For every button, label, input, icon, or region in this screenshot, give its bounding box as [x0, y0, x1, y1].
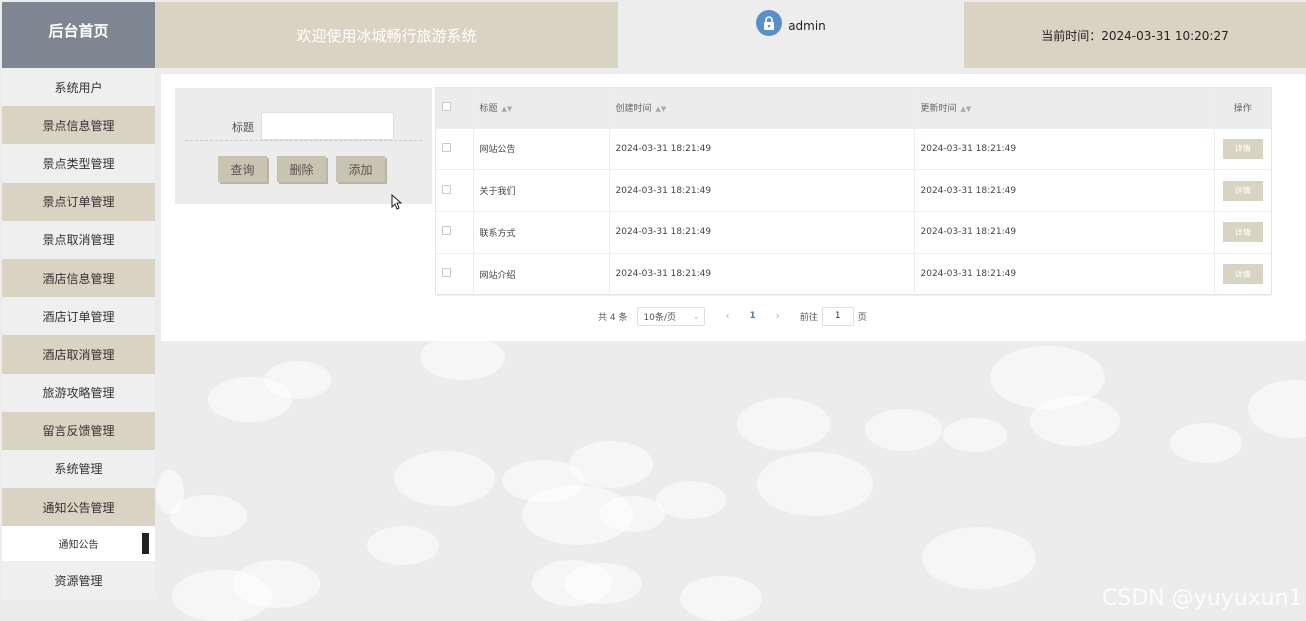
detail-button[interactable]: 详情: [1222, 222, 1263, 243]
watermark-text: CSDN @yuyuxun1: [1102, 586, 1303, 611]
active-indicator: [142, 533, 149, 555]
table-row: 关于我们 2024-03-31 18:21:49 2024-03-31 18:2…: [436, 169, 1271, 213]
page-number-current[interactable]: 1: [749, 311, 755, 321]
total-count: 共 4 条: [598, 312, 628, 323]
select-all-checkbox[interactable]: [442, 101, 451, 111]
sidebar-menu: 系统用户 景点信息管理 景点类型管理 景点订单管理 景点取消管理 酒店信息管理 …: [2, 68, 155, 621]
sidebar-item-hotel-cancel[interactable]: 酒店取消管理: [2, 335, 155, 374]
cell-updated: 2024-03-31 18:21:49: [914, 128, 1215, 171]
cell-created: 2024-03-31 18:21:49: [609, 211, 915, 254]
notice-table: 标题 ▲▼ 创建时间 ▲▼ 更新时间 ▲▼ 操作 网站公告 2024-03-31 18…: [435, 87, 1272, 296]
cell-updated: 2024-03-31 18:21:49: [914, 253, 1215, 296]
sidebar-item-scenic-cancel[interactable]: 景点取消管理: [2, 220, 155, 259]
sidebar-subitem-label: 通知公告: [58, 540, 99, 552]
column-updated[interactable]: 更新时间 ▲▼: [914, 88, 1215, 129]
sidebar-item-scenic-info[interactable]: 景点信息管理: [2, 106, 155, 145]
sidebar-item-scenic-order[interactable]: 景点订单管理: [2, 182, 155, 221]
page-size-select[interactable]: 10条/页 ⌄: [637, 306, 706, 326]
detail-button[interactable]: 详情: [1222, 264, 1263, 285]
sidebar-item-system-users[interactable]: 系统用户: [2, 68, 155, 107]
cell-created: 2024-03-31 18:21:49: [609, 128, 915, 171]
cell-title: 关于我们: [473, 169, 610, 213]
current-time: 当前时间：2024-03-31 10:20:27: [964, 2, 1306, 68]
row-checkbox[interactable]: [442, 184, 451, 194]
title-search-input[interactable]: [261, 112, 394, 140]
detail-button[interactable]: 详情: [1222, 180, 1263, 201]
chevron-right-icon[interactable]: ›: [776, 311, 780, 322]
pagination: 共 4 条 10条/页 ⌄ ‹ 1 › 前往 1 页: [598, 306, 867, 326]
mouse-cursor-icon: [391, 194, 403, 210]
welcome-title: 欢迎使用冰城畅行旅游系统: [155, 2, 618, 68]
goto-page-input[interactable]: 1: [821, 306, 854, 326]
sidebar-item-travel-guide[interactable]: 旅游攻略管理: [2, 373, 155, 412]
delete-button[interactable]: 删除: [277, 156, 326, 182]
sidebar-item-scenic-type[interactable]: 景点类型管理: [2, 144, 155, 183]
row-checkbox[interactable]: [442, 268, 451, 278]
row-checkbox[interactable]: [442, 226, 451, 236]
form-divider: [185, 140, 422, 141]
add-button[interactable]: 添加: [336, 156, 385, 182]
page-size-value: 10条/页: [643, 312, 676, 323]
sort-caret-icon[interactable]: ▲▼: [656, 105, 667, 113]
main-panel: 标题 查询 删除 添加 标题 ▲▼ 创建时间 ▲▼ 更新时间 ▲▼ 操作 网站公告: [161, 74, 1305, 341]
top-header: 后台首页 欢迎使用冰城畅行旅游系统 admin 当前时间：2024-03-31 …: [0, 0, 1306, 68]
sidebar-subitem-notice[interactable]: 通知公告: [2, 526, 155, 562]
table-row: 网站介绍 2024-03-31 18:21:49 2024-03-31 18:2…: [436, 253, 1271, 296]
lock-avatar-icon: [756, 10, 783, 36]
table-row: 联系方式 2024-03-31 18:21:49 2024-03-31 18:2…: [436, 211, 1271, 254]
cell-title: 联系方式: [473, 211, 610, 254]
goto-suffix: 页: [857, 312, 867, 323]
sidebar-item-feedback[interactable]: 留言反馈管理: [2, 411, 155, 450]
sidebar-item-resources[interactable]: 资源管理: [2, 561, 155, 600]
column-title[interactable]: 标题 ▲▼: [473, 88, 610, 129]
column-created[interactable]: 创建时间 ▲▼: [609, 88, 915, 129]
cell-title: 网站公告: [473, 128, 610, 171]
goto-prefix: 前往: [799, 312, 818, 323]
cell-created: 2024-03-31 18:21:49: [609, 253, 915, 296]
sidebar-item-hotel-info[interactable]: 酒店信息管理: [2, 258, 155, 298]
cell-updated: 2024-03-31 18:21:49: [914, 169, 1215, 213]
row-checkbox[interactable]: [442, 142, 451, 152]
home-link[interactable]: 后台首页: [2, 2, 155, 68]
sort-caret-icon[interactable]: ▲▼: [961, 105, 972, 113]
sidebar-item-system-manage[interactable]: 系统管理: [2, 449, 155, 489]
select-all-cell: [436, 88, 474, 129]
sort-caret-icon[interactable]: ▲▼: [502, 105, 513, 113]
username: admin: [788, 19, 826, 33]
cell-updated: 2024-03-31 18:21:49: [914, 211, 1215, 254]
sidebar-item-notice-manage[interactable]: 通知公告管理: [2, 488, 155, 527]
column-action: 操作: [1214, 88, 1271, 129]
table-header-row: 标题 ▲▼ 创建时间 ▲▼ 更新时间 ▲▼ 操作: [436, 88, 1271, 129]
sidebar-item-hotel-order[interactable]: 酒店订单管理: [2, 297, 155, 336]
search-form: 标题 查询 删除 添加: [175, 88, 432, 204]
table-row: 网站公告 2024-03-31 18:21:49 2024-03-31 18:2…: [436, 128, 1271, 171]
cell-title: 网站介绍: [473, 253, 610, 296]
user-info[interactable]: admin: [618, 2, 964, 68]
title-label: 标题: [232, 121, 254, 134]
chevron-left-icon[interactable]: ‹: [725, 311, 729, 322]
query-button[interactable]: 查询: [218, 156, 267, 182]
detail-button[interactable]: 详情: [1222, 138, 1263, 159]
chevron-down-icon: ⌄: [692, 311, 700, 321]
cell-created: 2024-03-31 18:21:49: [609, 169, 915, 213]
